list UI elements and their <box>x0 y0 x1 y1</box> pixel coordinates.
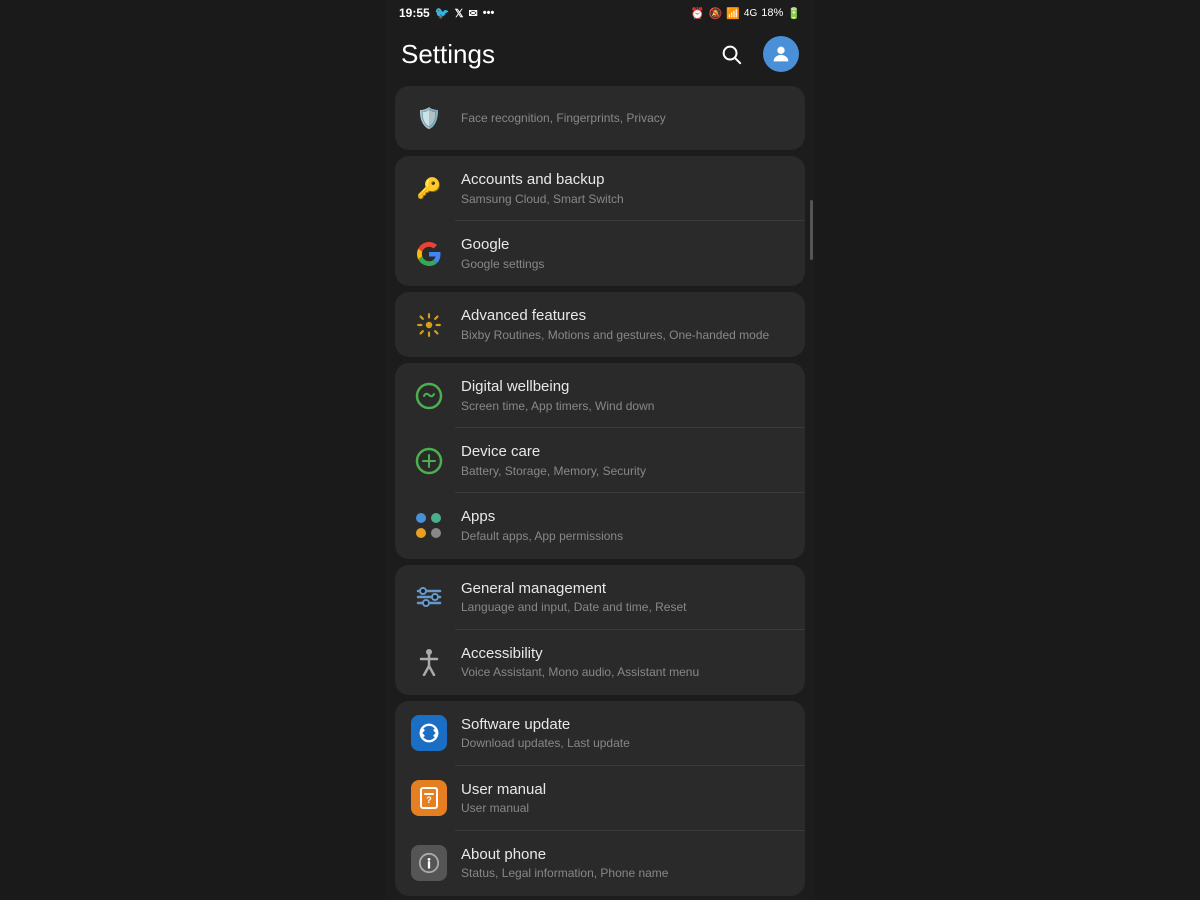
apps-dots <box>416 513 442 539</box>
signal-icon: 4G <box>744 8 757 19</box>
accounts-title: Accounts and backup <box>461 170 789 190</box>
about-phone-icon <box>411 845 447 881</box>
dot-2 <box>431 513 441 523</box>
general-icon <box>411 579 447 615</box>
phone-frame: 19:55 🐦 𝕏 ✉ ••• ⏰ 🔕 📶 4G 18% 🔋 Settings <box>385 0 815 900</box>
about-phone-subtitle: Status, Legal information, Phone name <box>461 866 789 882</box>
general-text: General management Language and input, D… <box>461 579 789 616</box>
general-title: General management <box>461 579 789 599</box>
dot-4 <box>431 528 441 538</box>
wellbeing-subtitle: Screen time, App timers, Wind down <box>461 399 789 415</box>
key-icon: 🔑 <box>411 171 447 207</box>
battery-text: 18% <box>761 7 783 19</box>
device-care-subtitle: Battery, Storage, Memory, Security <box>461 464 789 480</box>
device-care-text: Device care Battery, Storage, Memory, Se… <box>461 442 789 479</box>
accessibility-subtitle: Voice Assistant, Mono audio, Assistant m… <box>461 665 789 681</box>
user-manual-title: User manual <box>461 780 789 800</box>
silent-icon: 🔕 <box>709 7 723 20</box>
user-manual-subtitle: User manual <box>461 801 789 817</box>
device-care-title: Device care <box>461 442 789 462</box>
group-top-partial: 🛡️ Face recognition, Fingerprints, Priva… <box>395 86 805 150</box>
apps-subtitle: Default apps, App permissions <box>461 529 789 545</box>
time: 19:55 <box>399 6 430 20</box>
header: Settings <box>385 26 815 86</box>
more-icon: ••• <box>483 7 495 19</box>
google-item[interactable]: Google Google settings <box>395 221 805 286</box>
group-wellbeing: Digital wellbeing Screen time, App timer… <box>395 363 805 558</box>
accounts-backup-item[interactable]: 🔑 Accounts and backup Samsung Cloud, Sma… <box>395 156 805 221</box>
google-icon <box>411 236 447 272</box>
apps-text: Apps Default apps, App permissions <box>461 507 789 544</box>
group-general: General management Language and input, D… <box>395 565 805 695</box>
mail-icon: ✉ <box>469 7 478 20</box>
about-phone-item[interactable]: About phone Status, Legal information, P… <box>395 831 805 896</box>
svg-text:?: ? <box>426 795 432 805</box>
accounts-subtitle: Samsung Cloud, Smart Switch <box>461 192 789 208</box>
scrollbar <box>810 200 813 260</box>
software-update-item[interactable]: Software update Download updates, Last u… <box>395 701 805 766</box>
wellbeing-icon <box>411 378 447 414</box>
header-icons <box>713 36 799 72</box>
accessibility-item[interactable]: Accessibility Voice Assistant, Mono audi… <box>395 630 805 695</box>
alarm-icon: ⏰ <box>691 7 705 20</box>
accessibility-text: Accessibility Voice Assistant, Mono audi… <box>461 644 789 681</box>
about-phone-title: About phone <box>461 845 789 865</box>
notif-icon: 𝕏 <box>455 7 464 20</box>
twitter-icon: 🐦 <box>435 6 450 20</box>
device-care-item[interactable]: Device care Battery, Storage, Memory, Se… <box>395 428 805 493</box>
wifi-icon: 📶 <box>726 7 740 20</box>
google-text: Google Google settings <box>461 235 789 272</box>
google-title: Google <box>461 235 789 255</box>
accessibility-title: Accessibility <box>461 644 789 664</box>
user-manual-icon: ? <box>411 780 447 816</box>
biometrics-text: Face recognition, Fingerprints, Privacy <box>461 109 789 127</box>
software-title: Software update <box>461 715 789 735</box>
about-phone-text: About phone Status, Legal information, P… <box>461 845 789 882</box>
software-subtitle: Download updates, Last update <box>461 736 789 752</box>
status-left: 19:55 🐦 𝕏 ✉ ••• <box>399 6 494 20</box>
group-accounts: 🔑 Accounts and backup Samsung Cloud, Sma… <box>395 156 805 286</box>
device-care-icon <box>411 443 447 479</box>
advanced-subtitle: Bixby Routines, Motions and gestures, On… <box>461 328 789 344</box>
digital-wellbeing-item[interactable]: Digital wellbeing Screen time, App timer… <box>395 363 805 428</box>
biometrics-subtitle: Face recognition, Fingerprints, Privacy <box>461 111 789 127</box>
page-title: Settings <box>401 39 495 70</box>
dot-1 <box>416 513 426 523</box>
search-button[interactable] <box>713 36 749 72</box>
biometrics-icon-wrap: 🛡️ <box>411 100 447 136</box>
accounts-text: Accounts and backup Samsung Cloud, Smart… <box>461 170 789 207</box>
general-management-item[interactable]: General management Language and input, D… <box>395 565 805 630</box>
user-avatar[interactable] <box>763 36 799 72</box>
advanced-icon <box>411 307 447 343</box>
wellbeing-title: Digital wellbeing <box>461 377 789 397</box>
accessibility-icon <box>411 644 447 680</box>
advanced-text: Advanced features Bixby Routines, Motion… <box>461 306 789 343</box>
advanced-features-item[interactable]: Advanced features Bixby Routines, Motion… <box>395 292 805 357</box>
google-subtitle: Google settings <box>461 257 789 273</box>
advanced-title: Advanced features <box>461 306 789 326</box>
battery-icon: 🔋 <box>787 7 801 20</box>
status-bar: 19:55 🐦 𝕏 ✉ ••• ⏰ 🔕 📶 4G 18% 🔋 <box>385 0 815 26</box>
apps-title: Apps <box>461 507 789 527</box>
scroll-area[interactable]: 🛡️ Face recognition, Fingerprints, Priva… <box>385 86 815 900</box>
software-text: Software update Download updates, Last u… <box>461 715 789 752</box>
general-subtitle: Language and input, Date and time, Reset <box>461 600 789 616</box>
apps-item[interactable]: Apps Default apps, App permissions <box>395 493 805 558</box>
group-update: Software update Download updates, Last u… <box>395 701 805 896</box>
software-update-icon <box>411 715 447 751</box>
status-right: ⏰ 🔕 📶 4G 18% 🔋 <box>691 7 801 20</box>
user-manual-item[interactable]: ? User manual User manual <box>395 766 805 831</box>
user-manual-text: User manual User manual <box>461 780 789 817</box>
biometrics-item[interactable]: 🛡️ Face recognition, Fingerprints, Priva… <box>395 86 805 150</box>
apps-icon <box>411 508 447 544</box>
group-advanced: Advanced features Bixby Routines, Motion… <box>395 292 805 357</box>
dot-3 <box>416 528 426 538</box>
wellbeing-text: Digital wellbeing Screen time, App timer… <box>461 377 789 414</box>
